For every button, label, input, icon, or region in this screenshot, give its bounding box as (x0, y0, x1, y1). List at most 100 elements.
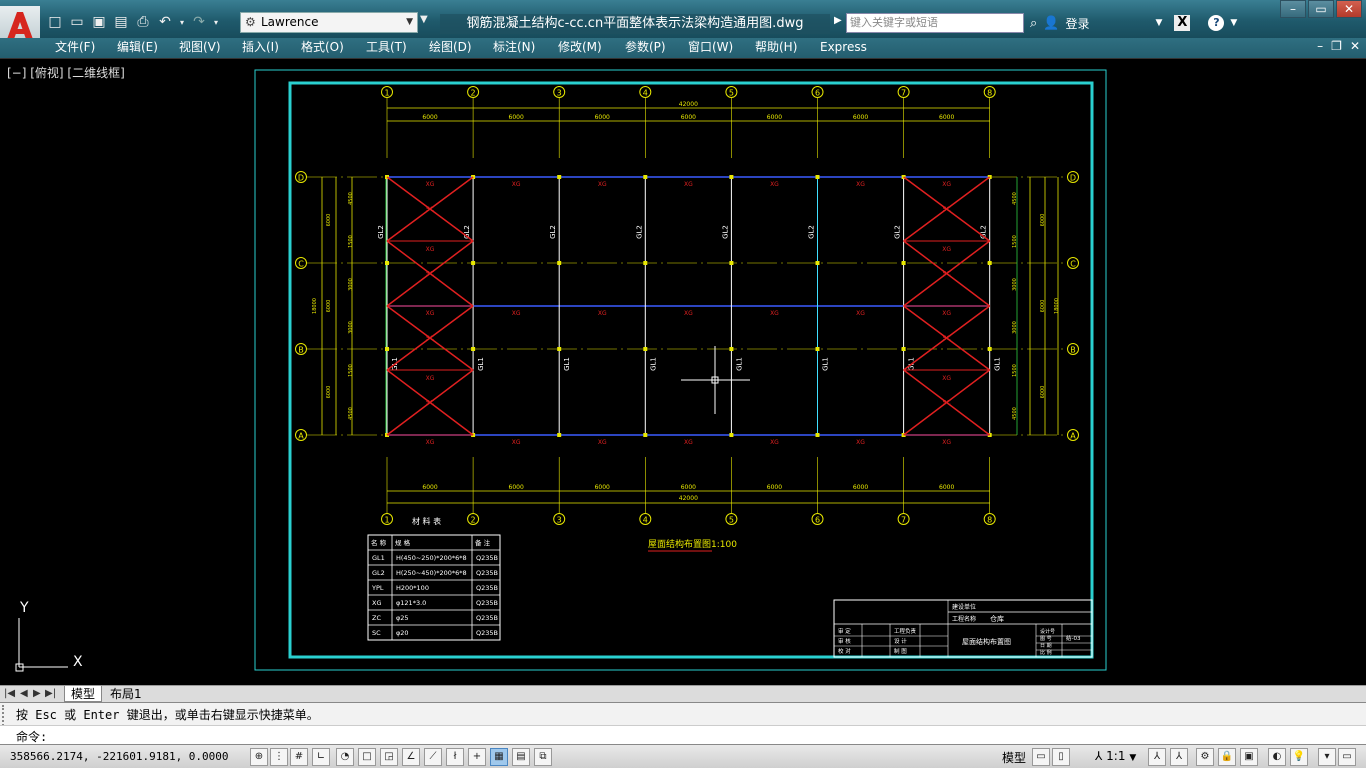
model-space-label[interactable]: 模型 (1002, 749, 1026, 766)
prev-tab-icon[interactable]: ◀ (20, 686, 28, 701)
customize-toolbar-icon[interactable]: ▼ (420, 14, 432, 32)
axis-number-label: 3 (557, 516, 562, 525)
title-block-mid-label: 设 计 (894, 637, 907, 645)
workspace-switch-icon[interactable]: ⚙ (1196, 748, 1214, 766)
doc-minimize-button[interactable]: – (1317, 39, 1323, 53)
quick-properties-icon[interactable]: ▤ (512, 748, 530, 766)
search-input[interactable]: 键入关键字或短语 (846, 13, 1024, 33)
bay-dimension-bottom: 6000 (681, 484, 696, 491)
lock-icon[interactable]: 🔒 (1218, 748, 1236, 766)
axis-letter-label: D (298, 174, 304, 183)
menu-help[interactable]: 帮助(H) (755, 38, 797, 58)
dimension-outer-right: 6000 (1040, 300, 1046, 313)
minimize-button[interactable]: – (1280, 0, 1306, 18)
ducs-icon[interactable]: ⟋ (424, 748, 442, 766)
grid-icon[interactable]: # (290, 748, 308, 766)
command-input[interactable]: 命令: (0, 725, 1366, 745)
ortho-icon[interactable]: ∟ (312, 748, 330, 766)
column-marker (385, 347, 389, 351)
clean-screen-icon[interactable]: ▭ (1338, 748, 1356, 766)
brace-label-sc: SC (426, 335, 434, 342)
open-icon[interactable]: ▭ (68, 13, 86, 31)
auto-scale-icon[interactable]: ⅄ (1170, 748, 1188, 766)
user-icon[interactable]: 👤 (1043, 16, 1059, 31)
menu-express[interactable]: Express (820, 38, 867, 58)
dimension-inner-right: 4500 (1012, 192, 1018, 205)
menu-dimension[interactable]: 标注(N) (493, 38, 535, 58)
print-icon[interactable]: ⎙ (134, 13, 152, 31)
binoculars-icon[interactable]: ⌕ (1030, 16, 1037, 31)
undo-icon[interactable]: ↶ (156, 13, 174, 31)
tab-layout1[interactable]: 布局1 (104, 686, 148, 702)
isolate-objects-icon[interactable]: ◐ (1268, 748, 1286, 766)
maximize-button[interactable]: ▭ (1308, 0, 1334, 18)
menu-draw[interactable]: 绘图(D) (429, 38, 472, 58)
menu-format[interactable]: 格式(O) (301, 38, 344, 58)
table-cell: H(450~250)*200*6*8 (396, 554, 467, 562)
3d-osnap-icon[interactable]: ◲ (380, 748, 398, 766)
save-as-icon[interactable]: ▤ (112, 13, 130, 31)
status-menu-icon[interactable]: ▾ (1318, 748, 1336, 766)
column-marker (987, 347, 992, 351)
tie-label-xg: XG (856, 310, 865, 317)
snap-icon[interactable]: ⋮ (270, 748, 288, 766)
hardware-acceleration-icon[interactable]: ▣ (1240, 748, 1258, 766)
tie-label-xg: XG (770, 181, 779, 188)
title-block-right-label: 设计号 (1040, 628, 1055, 635)
doc-close-button[interactable]: ✕ (1350, 39, 1360, 53)
tie-label-xg: XG (684, 310, 693, 317)
tab-model[interactable]: 模型 (64, 686, 103, 702)
menu-parameter[interactable]: 参数(P) (625, 38, 666, 58)
table-cell: φ25 (396, 614, 409, 622)
menu-file[interactable]: 文件(F) (55, 38, 95, 58)
dyn-icon[interactable]: ł (446, 748, 464, 766)
login-link[interactable]: 登录 (1065, 15, 1089, 32)
undo-dropdown-icon[interactable]: ▾ (178, 13, 186, 31)
osnap-icon[interactable]: □ (358, 748, 376, 766)
coordinate-readout[interactable]: 358566.2174, -221601.9181, 0.0000 (10, 750, 229, 763)
annotation-scale-value: 1:1 (1106, 749, 1126, 763)
dimension-inner-left: 3000 (348, 321, 354, 334)
polar-icon[interactable]: ◔ (336, 748, 354, 766)
chevron-down-icon[interactable]: ▼ (1155, 18, 1162, 28)
menu-tools[interactable]: 工具(T) (366, 38, 407, 58)
doc-restore-button[interactable]: ❐ (1331, 39, 1342, 53)
first-tab-icon[interactable]: |◀ (4, 686, 15, 701)
otrack-icon[interactable]: ∠ (402, 748, 420, 766)
lineweight-icon[interactable]: + (468, 748, 486, 766)
table-cell: SC (372, 629, 381, 637)
search-expand-icon[interactable]: ▶ (834, 15, 842, 26)
bulb-icon[interactable]: 💡 (1290, 748, 1308, 766)
help-icon[interactable]: ? (1208, 15, 1225, 31)
redo-icon[interactable]: ↷ (190, 13, 208, 31)
title-block-sheet-number: 结-03 (1066, 634, 1081, 642)
last-tab-icon[interactable]: ▶| (45, 686, 56, 701)
quick-view-drawings-icon[interactable]: ▯ (1052, 748, 1070, 766)
menu-insert[interactable]: 插入(I) (242, 38, 279, 58)
column-marker (729, 175, 734, 179)
exchange-icon[interactable]: X (1174, 15, 1191, 31)
new-icon[interactable]: □ (46, 13, 64, 31)
save-icon[interactable]: ▣ (90, 13, 108, 31)
annotation-visibility-icon[interactable]: ⅄ (1148, 748, 1166, 766)
menu-modify[interactable]: 修改(M) (558, 38, 602, 58)
transparency-icon[interactable]: ▦ (490, 748, 508, 766)
annotation-scale[interactable]: ⅄ 1:1 ▼ (1095, 749, 1136, 763)
quick-view-layouts-icon[interactable]: ▭ (1032, 748, 1050, 766)
next-tab-icon[interactable]: ▶ (33, 686, 41, 701)
workspace-dropdown[interactable]: ⚙ Lawrence ▼ (240, 12, 418, 33)
total-dimension-bottom: 42000 (679, 495, 698, 502)
menu-view[interactable]: 视图(V) (179, 38, 221, 58)
menu-edit[interactable]: 编辑(E) (117, 38, 158, 58)
title-block-mid-label: 工程负责 (894, 627, 917, 635)
menu-window[interactable]: 窗口(W) (688, 38, 733, 58)
command-window: 按 Esc 或 Enter 键退出，或单击右键显示快捷菜单。 命令: (0, 702, 1366, 745)
selection-cycling-icon[interactable]: ⧉ (534, 748, 552, 766)
close-button[interactable]: ✕ (1336, 0, 1362, 18)
tie-label-xg: XG (684, 181, 693, 188)
brace-label-sc: SC (426, 271, 434, 278)
infer-constraints-icon[interactable]: ⊕ (250, 748, 268, 766)
chevron-down-icon[interactable]: ▼ (1230, 18, 1237, 28)
table-cell: XG (372, 599, 382, 607)
redo-dropdown-icon[interactable]: ▾ (212, 13, 220, 31)
